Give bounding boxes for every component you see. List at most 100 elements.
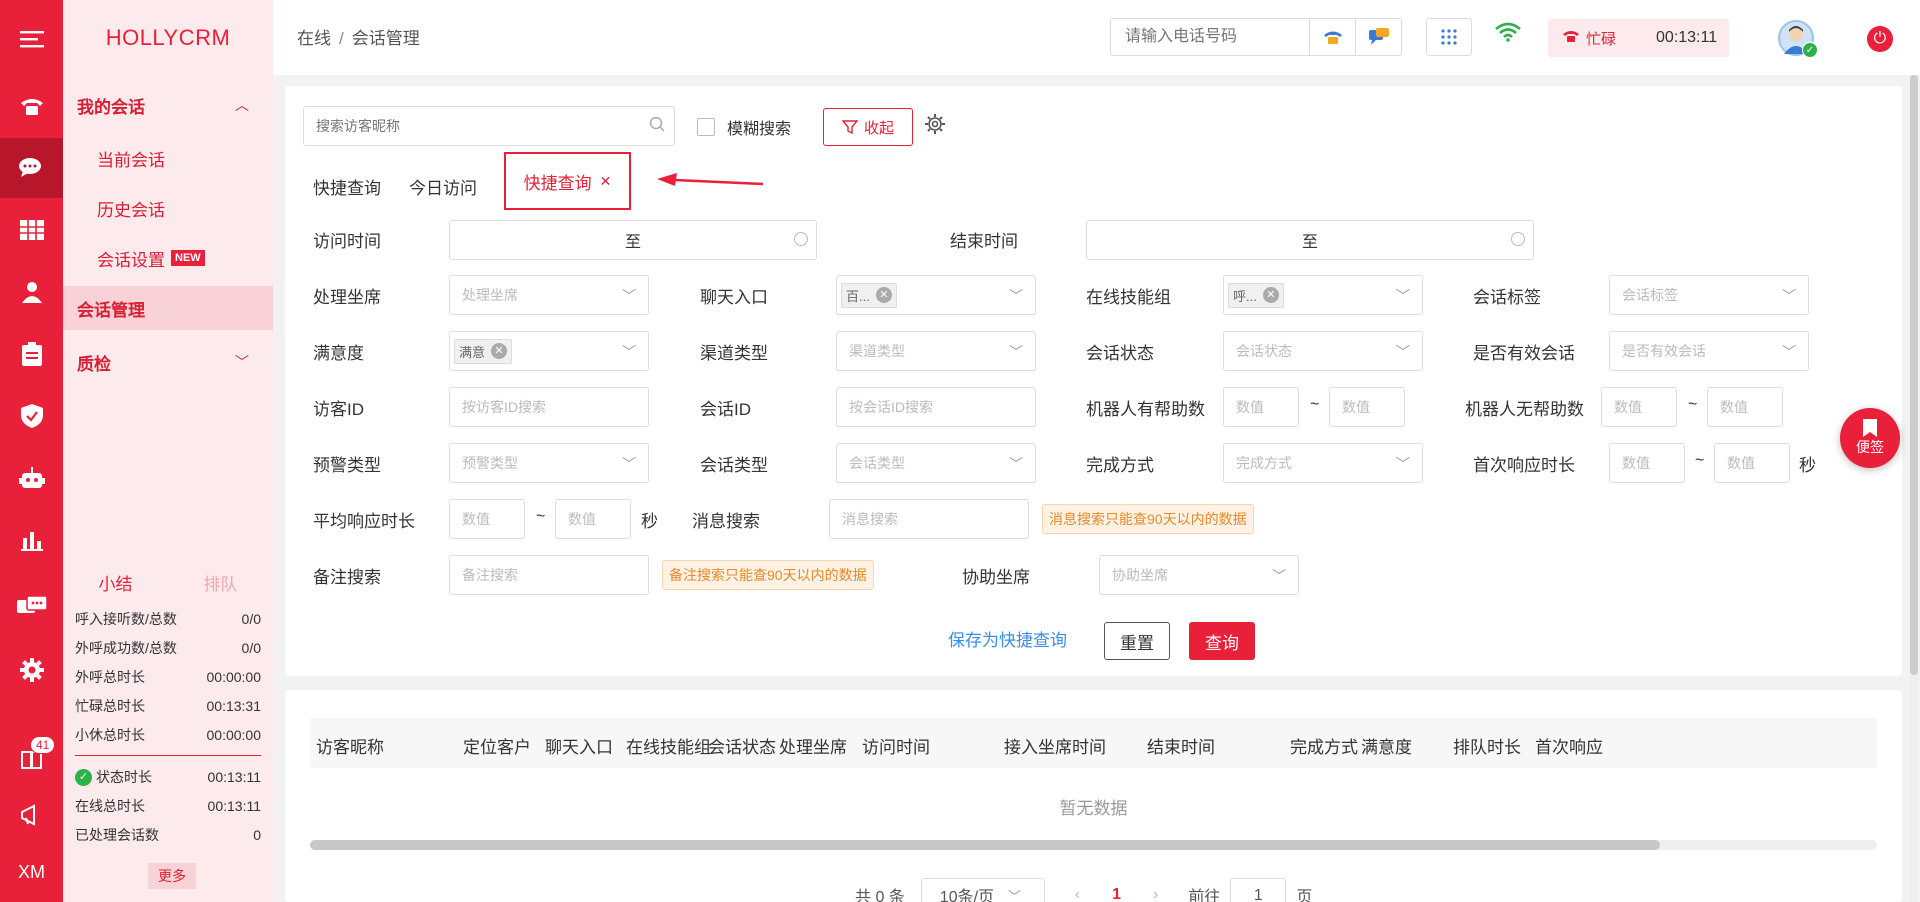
session-status-select[interactable]: 会话状态 ﹀ <box>1223 331 1423 371</box>
page-size-select[interactable]: 10条/页 ﹀ <box>920 878 1045 902</box>
user-icon[interactable] <box>0 262 63 322</box>
message-icon[interactable] <box>0 578 63 638</box>
close-icon[interactable]: ✕ <box>600 173 612 190</box>
session-tag-select[interactable]: 会话标签 ﹀ <box>1609 275 1809 315</box>
user-initials[interactable]: XM <box>0 842 63 902</box>
channel-type-select[interactable]: 渠道类型 ﹀ <box>836 331 1036 371</box>
next-page-icon[interactable]: › <box>1153 886 1158 902</box>
current-page[interactable]: 1 <box>1112 886 1121 902</box>
close-icon[interactable]: ✕ <box>1262 287 1279 303</box>
robot-unhelpful-max[interactable]: 数值 <box>1707 387 1783 427</box>
assist-agent-select[interactable]: 协助坐席 ﹀ <box>1099 555 1299 595</box>
tab-summary[interactable]: 小结 <box>63 570 168 595</box>
scrollbar-thumb[interactable] <box>310 840 1660 850</box>
chat-icon[interactable] <box>0 138 63 198</box>
vertical-scrollbar[interactable] <box>1910 75 1918 902</box>
tab-quick-query[interactable]: 快捷查询 <box>313 174 381 199</box>
sticky-note-button[interactable]: 便签 <box>1840 408 1900 468</box>
robot-unhelpful-min[interactable]: 数值 <box>1601 387 1677 427</box>
scrollbar-thumb[interactable] <box>1910 75 1918 675</box>
book-icon[interactable] <box>0 728 63 788</box>
prev-page-icon[interactable]: ‹ <box>1075 886 1080 902</box>
close-icon[interactable]: ✕ <box>491 343 508 359</box>
phone-icon <box>1562 29 1580 47</box>
table-icon[interactable] <box>0 200 63 260</box>
avatar[interactable]: ✓ <box>1778 20 1818 58</box>
label-warn-type: 预警类型 <box>313 456 381 475</box>
phone-icon[interactable] <box>0 76 63 136</box>
menu-item-history-session[interactable]: 历史会话 <box>63 186 273 230</box>
visitor-id-input[interactable]: 按访客ID搜索 <box>449 387 649 427</box>
save-quick-query-link[interactable]: 保存为快捷查询 <box>948 626 1067 651</box>
sticky-note-label: 便签 <box>1856 439 1884 455</box>
end-time-range[interactable]: 至 <box>1086 220 1534 260</box>
stat-label: 在线总时长 <box>75 796 145 816</box>
tab-queue[interactable]: 排队 <box>168 570 273 595</box>
checkbox[interactable] <box>697 118 715 136</box>
menu-group-quality-check[interactable]: 质检 ﹀ <box>63 340 273 384</box>
menu-group-my-sessions[interactable]: 我的会话 ︿ <box>63 83 273 127</box>
message-search-input[interactable]: 消息搜索 <box>829 499 1029 539</box>
finish-method-select[interactable]: 完成方式 ﹀ <box>1223 443 1423 483</box>
message-button[interactable] <box>1355 19 1401 55</box>
robot-helpful-max[interactable]: 数值 <box>1329 387 1405 427</box>
apps-button[interactable] <box>1426 18 1472 56</box>
menu-item-session-management[interactable]: 会话管理 <box>63 286 273 330</box>
agent-select[interactable]: 处理坐席 ﹀ <box>449 275 649 315</box>
note-search-input[interactable]: 备注搜索 <box>449 555 649 595</box>
clipboard-icon[interactable] <box>0 324 63 384</box>
phone-input[interactable] <box>1111 19 1309 55</box>
query-button[interactable]: 查询 <box>1189 622 1255 660</box>
stat-label: 外呼成功数/总数 <box>75 638 177 658</box>
session-type-select[interactable]: 会话类型 ﹀ <box>836 443 1036 483</box>
shield-icon[interactable] <box>0 386 63 446</box>
input-placeholder: 数值 <box>1342 399 1370 415</box>
first-response-max[interactable]: 数值 <box>1714 443 1790 483</box>
close-icon[interactable]: ✕ <box>875 287 892 303</box>
empty-state: 暂无数据 <box>1059 799 1128 818</box>
satisfaction-select[interactable]: 满意 ✕ ﹀ <box>449 331 649 371</box>
avg-response-max[interactable]: 数值 <box>555 499 631 539</box>
stats-tabs: 小结 排队 <box>63 560 273 604</box>
megaphone-icon[interactable] <box>0 785 63 845</box>
tab-today-visit[interactable]: 今日访问 <box>409 174 477 199</box>
label-visit-time: 访问时间 <box>313 232 381 251</box>
breadcrumb-separator: / <box>339 29 344 48</box>
more-button[interactable]: 更多 <box>148 863 196 889</box>
power-icon[interactable]: ⏻ <box>1867 26 1893 52</box>
skill-group-select[interactable]: 呼... ✕ ﹀ <box>1223 275 1423 315</box>
chevron-down-icon: ﹀ <box>1782 288 1796 304</box>
avg-response-min[interactable]: 数值 <box>449 499 525 539</box>
visitor-search-input[interactable] <box>304 118 640 134</box>
robot-helpful-min[interactable]: 数值 <box>1223 387 1299 427</box>
breadcrumb-item-online[interactable]: 在线 <box>297 29 331 48</box>
chevron-down-icon: ﹀ <box>622 456 636 472</box>
dial-button[interactable] <box>1309 19 1355 55</box>
collapse-button[interactable]: 收起 <box>823 108 913 146</box>
menu-icon[interactable] <box>0 9 63 69</box>
gear-icon[interactable] <box>925 114 945 140</box>
robot-icon[interactable] <box>0 448 63 508</box>
visitor-search <box>303 106 675 146</box>
menu-item-current-session[interactable]: 当前会话 <box>63 136 273 180</box>
fuzzy-search-checkbox[interactable]: 模糊搜索 <box>697 115 791 139</box>
warn-type-select[interactable]: 预警类型 ﹀ <box>449 443 649 483</box>
search-icon[interactable] <box>640 116 674 137</box>
agent-status[interactable]: 忙碌 00:13:11 <box>1548 19 1729 57</box>
first-response-min[interactable]: 数值 <box>1609 443 1685 483</box>
settings-icon[interactable] <box>0 640 63 700</box>
bar-chart-icon[interactable] <box>0 510 63 570</box>
goto-page-input[interactable]: 1 <box>1230 878 1287 902</box>
visit-time-range[interactable]: 至 <box>449 220 817 260</box>
menu-item-session-settings[interactable]: 会话设置 NEW <box>63 236 273 280</box>
valid-session-select[interactable]: 是否有效会话 ﹀ <box>1609 331 1809 371</box>
reset-button[interactable]: 重置 <box>1104 622 1170 660</box>
input-placeholder: 数值 <box>1622 455 1650 471</box>
chat-entry-select[interactable]: 百... ✕ ﹀ <box>836 275 1036 315</box>
table-header: 访客昵称 定位客户 聊天入口 在线技能组 会话状态 处理坐席 访问时间 接入坐席时间 结束时间 完… <box>310 718 1877 768</box>
horizontal-scrollbar[interactable] <box>310 840 1877 850</box>
label-first-response: 首次响应时长 <box>1473 456 1575 475</box>
session-id-input[interactable]: 按会话ID搜索 <box>836 387 1036 427</box>
chevron-down-icon: ﹀ <box>1009 456 1023 472</box>
tab-quick-query-active[interactable]: 快捷查询 ✕ <box>504 152 631 210</box>
